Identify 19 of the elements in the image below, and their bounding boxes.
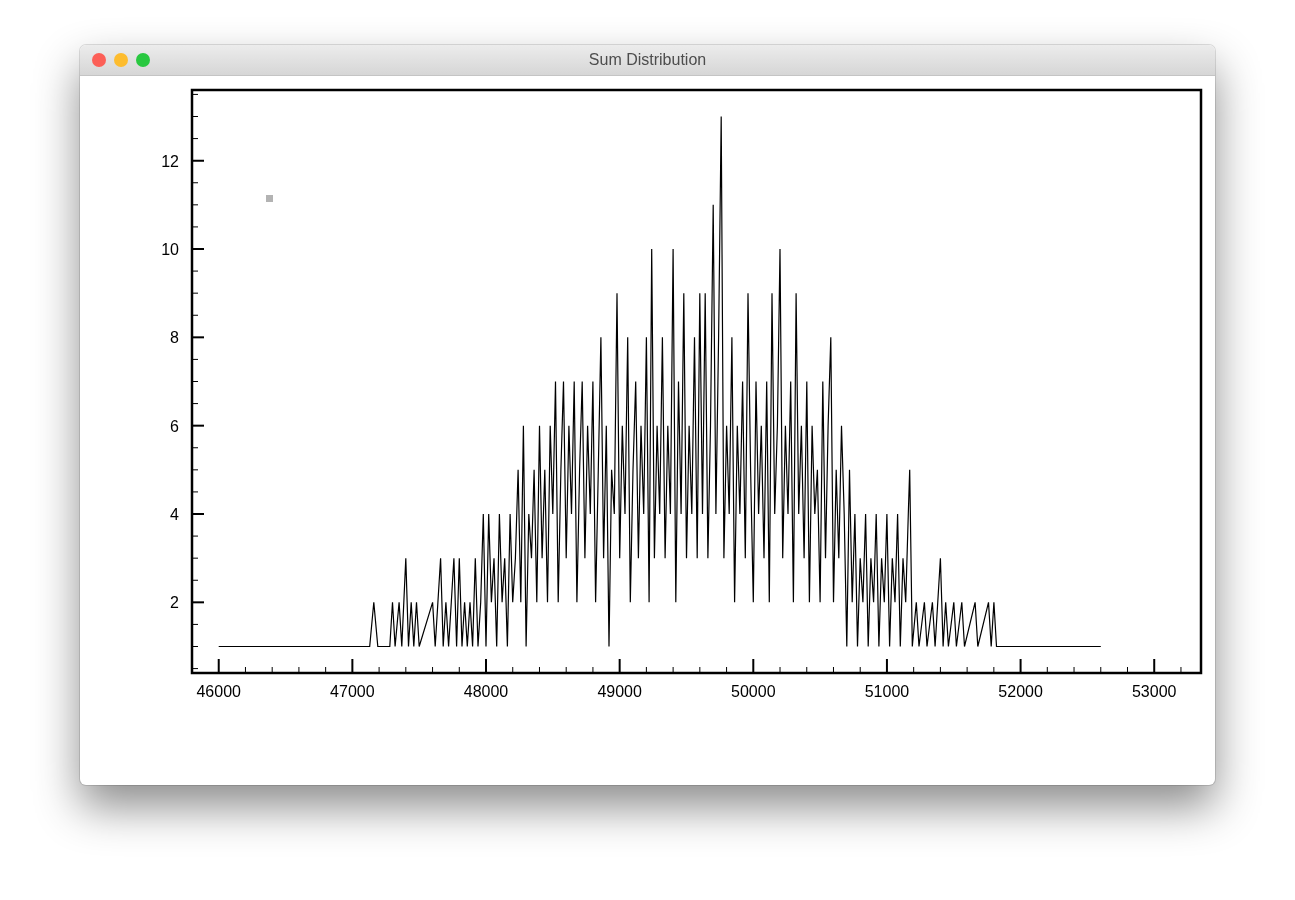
window-title: Sum Distribution (588, 50, 707, 70)
tick-label: 10 (161, 241, 179, 258)
zoom-button[interactable] (136, 53, 150, 67)
tick-label: 52000 (998, 683, 1043, 700)
tick-label: 4 (170, 506, 179, 523)
tick-label: 2 (170, 594, 179, 612)
tick-label: 6 (170, 417, 179, 435)
marker-icon (266, 195, 273, 202)
tick-label: 51000 (864, 683, 910, 700)
tick-label: 12 (161, 152, 179, 170)
tick-label: 50000 (731, 683, 776, 700)
tick-label: 8 (170, 329, 179, 347)
tick-label: 47000 (330, 683, 375, 700)
close-button[interactable] (92, 53, 106, 67)
tick-label: 53000 (1132, 683, 1177, 700)
minimize-button[interactable] (114, 53, 128, 67)
tick-label: 49000 (597, 683, 642, 700)
tick-label: 48000 (463, 683, 509, 700)
tick-label: 46000 (196, 683, 241, 700)
